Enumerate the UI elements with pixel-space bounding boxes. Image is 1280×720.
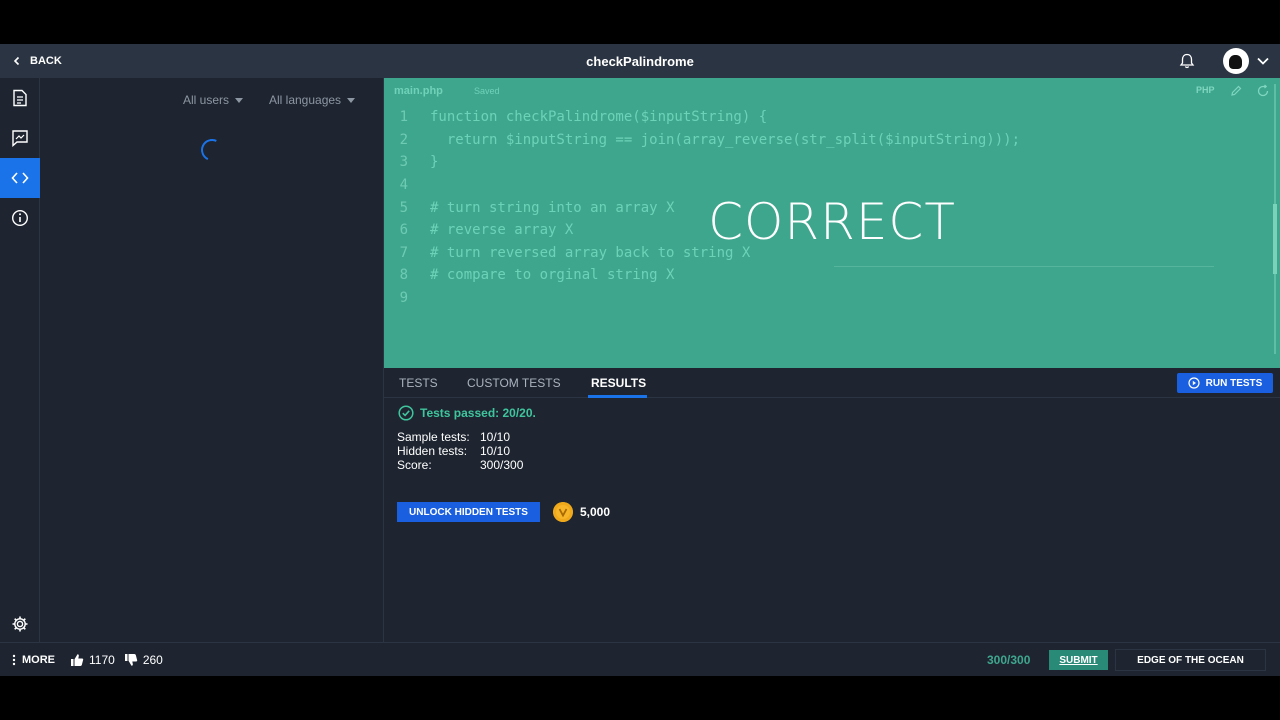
line-code: # compare to orginal string X <box>430 267 675 284</box>
unlock-hidden-tests-button[interactable]: UNLOCK HIDDEN TESTS <box>397 502 540 522</box>
coin-cost: 5,000 <box>580 505 611 519</box>
footer-score: 300/300 <box>987 653 1031 667</box>
results-panel: TESTS CUSTOM TESTS RESULTS RUN TESTS Tes… <box>384 368 1280 642</box>
rail-code[interactable] <box>0 158 40 198</box>
code-editor[interactable]: main.php Saved PHP 1 function checkPalind… <box>384 78 1280 368</box>
hidden-tests-label: Hidden tests: <box>397 444 468 458</box>
more-vertical-icon <box>12 654 16 666</box>
tab-custom-tests[interactable]: CUSTOM TESTS <box>467 376 561 390</box>
gear-icon <box>12 616 28 632</box>
play-circle-icon <box>1188 377 1200 389</box>
downvote-count: 260 <box>142 653 163 667</box>
page-title: checkPalindrome <box>586 54 694 69</box>
line-number: 4 <box>399 177 408 194</box>
score-label: Score: <box>397 458 432 472</box>
tests-passed-text: Tests passed: 20/20. <box>420 406 536 420</box>
thumbs-down-icon[interactable] <box>124 653 138 667</box>
back-label: BACK <box>30 55 62 67</box>
avatar[interactable] <box>1223 48 1249 74</box>
rail-info[interactable] <box>0 198 40 238</box>
tab-tests[interactable]: TESTS <box>399 376 438 390</box>
stat-row: Hidden tests: 10/10 <box>397 444 523 458</box>
thumbs-up-icon[interactable] <box>70 653 84 667</box>
sample-tests-value: 10/10 <box>480 430 511 444</box>
submit-button[interactable]: SUBMIT <box>1049 650 1108 670</box>
line-number: 1 <box>399 109 408 126</box>
more-label: MORE <box>22 654 55 666</box>
left-rail <box>0 78 40 642</box>
line-number: 3 <box>399 154 408 171</box>
upvote-count: 1170 <box>89 653 115 667</box>
stat-row: Sample tests: 10/10 <box>397 430 523 444</box>
top-bar: BACK checkPalindrome <box>0 44 1280 78</box>
hidden-tests-value: 10/10 <box>480 444 511 458</box>
pencil-icon[interactable] <box>1229 84 1243 98</box>
correct-overlay: CORRECT <box>708 193 956 251</box>
chevron-down-icon[interactable] <box>1256 54 1270 68</box>
score-value: 300/300 <box>480 458 524 472</box>
app-window: BACK checkPalindrome All users All langu… <box>0 44 1280 676</box>
bell-icon[interactable] <box>1178 52 1196 70</box>
run-tests-button[interactable]: RUN TESTS <box>1177 373 1273 393</box>
next-level-button[interactable]: EDGE OF THE OCEAN <box>1115 649 1266 671</box>
submit-label: SUBMIT <box>1059 654 1098 666</box>
line-number: 2 <box>399 131 408 148</box>
coin-icon <box>553 502 573 522</box>
languages-filter[interactable]: All languages <box>269 93 356 107</box>
tests-passed-status: Tests passed: 20/20. <box>398 405 536 421</box>
code-line: 1 function checkPalindrome($inputString) … <box>384 106 1214 129</box>
active-tab-indicator <box>588 395 647 398</box>
bottom-bar: MORE 1170 260 300/300 SUBMIT EDGE OF THE… <box>0 642 1280 676</box>
votes: 1170 260 <box>70 653 163 667</box>
code-line: 2 return $inputString == join(array_reve… <box>384 129 1214 152</box>
stat-row: Score: 300/300 <box>397 458 523 472</box>
users-filter-label: All users <box>183 93 230 107</box>
chevron-left-icon <box>13 56 20 66</box>
users-filter[interactable]: All users <box>183 93 244 107</box>
caret-down-icon <box>235 97 244 103</box>
run-tests-label: RUN TESTS <box>1205 377 1263 389</box>
more-button[interactable]: MORE <box>12 654 55 666</box>
file-tab[interactable]: main.php <box>394 85 443 97</box>
test-stats: Sample tests: 10/10 Hidden tests: 10/10 Sc… <box>397 430 523 472</box>
rail-description[interactable] <box>0 78 40 118</box>
loading-spinner-icon <box>197 135 227 165</box>
line-number: 8 <box>399 267 408 284</box>
info-icon <box>11 209 29 227</box>
reset-icon[interactable] <box>1256 84 1270 98</box>
results-tabs: TESTS CUSTOM TESTS RESULTS RUN TESTS <box>384 368 1280 398</box>
line-code: function checkPalindrome($inputString) { <box>430 109 768 126</box>
code-icon <box>11 172 29 184</box>
sample-tests-label: Sample tests: <box>397 430 470 444</box>
current-line-highlight <box>834 266 1214 267</box>
check-circle-icon <box>398 405 414 421</box>
rail-settings[interactable] <box>0 604 40 644</box>
document-icon <box>13 89 27 107</box>
save-status: Saved <box>474 86 500 96</box>
caret-down-icon <box>347 97 356 103</box>
line-code: return $inputString == join(array_revers… <box>430 131 1021 148</box>
chat-icon <box>12 130 28 147</box>
rail-solutions[interactable] <box>0 118 40 158</box>
line-number: 9 <box>399 290 408 307</box>
language-selector[interactable]: PHP <box>1196 85 1215 95</box>
back-button[interactable]: BACK <box>12 44 62 78</box>
code-line: 8 # compare to orginal string X <box>384 264 1214 287</box>
code-line: 3} <box>384 151 1214 174</box>
solutions-panel: All users All languages <box>41 78 384 642</box>
line-code: } <box>430 154 439 171</box>
tab-results[interactable]: RESULTS <box>591 376 646 390</box>
code-line: 9 <box>384 287 1214 310</box>
languages-filter-label: All languages <box>269 93 342 107</box>
